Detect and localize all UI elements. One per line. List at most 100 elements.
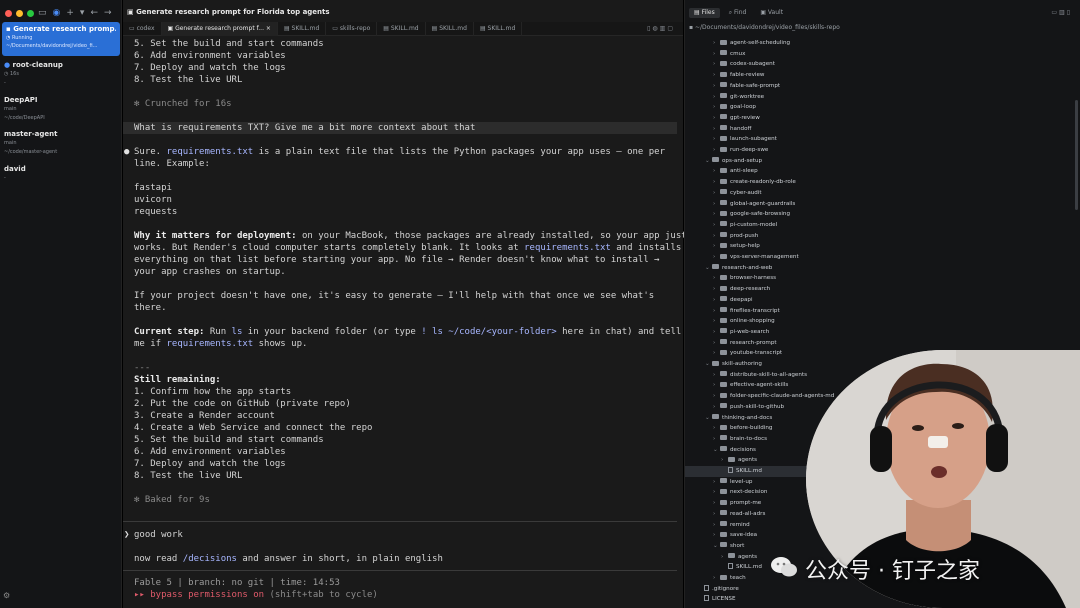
- sidebar-toggle-icon[interactable]: ▭: [38, 8, 47, 18]
- tab-skill-md-4[interactable]: ▤ SKILL.md: [474, 22, 523, 36]
- chevron-right-icon[interactable]: ›: [713, 295, 720, 305]
- tab-skill-md-1[interactable]: ▤ SKILL.md: [278, 22, 327, 36]
- chevron-right-icon[interactable]: ›: [721, 552, 728, 562]
- session-item-deepapi[interactable]: DeepAPI main ~/code/DeepAPI: [4, 96, 118, 122]
- tree-folder[interactable]: › google-safe-browsing: [685, 209, 1080, 220]
- chevron-down-icon[interactable]: ⌄: [705, 359, 712, 369]
- tree-folder[interactable]: › handoff: [685, 124, 1080, 135]
- session-item-active[interactable]: ▪ Generate research promp... ◔ Running ~…: [2, 22, 120, 56]
- tree-folder[interactable]: ⌄ ops-and-setup: [685, 156, 1080, 167]
- chevron-right-icon[interactable]: ›: [721, 455, 728, 465]
- tree-folder[interactable]: › pi-web-search: [685, 327, 1080, 338]
- chevron-right-icon[interactable]: ›: [713, 434, 720, 444]
- tab-skill-md-2[interactable]: ▤ SKILL.md: [377, 22, 426, 36]
- chevron-down-icon[interactable]: ⌄: [713, 541, 720, 551]
- tree-folder[interactable]: › research-prompt: [685, 338, 1080, 349]
- chevron-right-icon[interactable]: ›: [713, 273, 720, 283]
- tree-folder[interactable]: › pi-custom-model: [685, 220, 1080, 231]
- layout-icon[interactable]: ▭: [1051, 9, 1059, 16]
- tree-folder[interactable]: › git-worktree: [685, 92, 1080, 103]
- chevron-right-icon[interactable]: ›: [713, 252, 720, 262]
- chevron-right-icon[interactable]: ›: [713, 477, 720, 487]
- zoom-window-button[interactable]: [27, 10, 34, 17]
- chevron-right-icon[interactable]: ›: [713, 306, 720, 316]
- close-tab-icon[interactable]: ×: [266, 25, 271, 32]
- chevron-right-icon[interactable]: ›: [713, 370, 720, 380]
- tree-folder[interactable]: › deepapi: [685, 295, 1080, 306]
- split-icon[interactable]: ▥: [1059, 9, 1067, 16]
- chevron-down-icon[interactable]: ▾: [80, 8, 85, 18]
- tree-folder[interactable]: › create-readonly-db-role: [685, 177, 1080, 188]
- tab-vault[interactable]: ▣ Vault: [755, 8, 788, 18]
- tab-codex[interactable]: ▭ codex: [123, 22, 162, 36]
- tab-research-prompt[interactable]: ▣ Generate research prompt f... ×: [161, 22, 278, 36]
- chevron-right-icon[interactable]: ›: [713, 81, 720, 91]
- chevron-down-icon[interactable]: ⌄: [705, 263, 712, 273]
- chevron-right-icon[interactable]: ›: [713, 520, 720, 530]
- tree-folder[interactable]: › agent-self-scheduling: [685, 38, 1080, 49]
- panel-icon[interactable]: ▯: [1067, 9, 1072, 16]
- chevron-down-icon[interactable]: ⌄: [705, 413, 712, 423]
- chevron-right-icon[interactable]: ›: [713, 145, 720, 155]
- chevron-right-icon[interactable]: ›: [713, 391, 720, 401]
- session-item-david[interactable]: david -: [4, 165, 118, 182]
- chevron-right-icon[interactable]: ›: [713, 177, 720, 187]
- chevron-right-icon[interactable]: ›: [713, 316, 720, 326]
- chevron-right-icon[interactable]: ›: [713, 220, 720, 230]
- chevron-right-icon[interactable]: ›: [713, 241, 720, 251]
- globe-icon[interactable]: ◍: [652, 25, 659, 32]
- tree-folder[interactable]: › gpt-review: [685, 113, 1080, 124]
- chevron-right-icon[interactable]: ›: [713, 402, 720, 412]
- back-arrow-icon[interactable]: ←: [90, 8, 98, 18]
- tree-folder[interactable]: › fable-safe-prompt: [685, 81, 1080, 92]
- chevron-right-icon[interactable]: ›: [713, 166, 720, 176]
- chevron-right-icon[interactable]: ›: [713, 380, 720, 390]
- chevron-right-icon[interactable]: ›: [713, 102, 720, 112]
- chevron-down-icon[interactable]: ⌄: [705, 156, 712, 166]
- tree-folder[interactable]: › vps-server-management: [685, 252, 1080, 263]
- new-session-icon[interactable]: +: [66, 8, 74, 18]
- tree-folder[interactable]: › launch-subagent: [685, 134, 1080, 145]
- chevron-right-icon[interactable]: ›: [713, 284, 720, 294]
- tree-folder[interactable]: › run-deep-swe: [685, 145, 1080, 156]
- chevron-right-icon[interactable]: ›: [713, 509, 720, 519]
- tab-skill-md-3[interactable]: ▤ SKILL.md: [426, 22, 474, 36]
- tree-folder[interactable]: › global-agent-guardrails: [685, 199, 1080, 210]
- chevron-right-icon[interactable]: ›: [713, 49, 720, 59]
- tree-folder[interactable]: › online-shopping: [685, 316, 1080, 327]
- notification-icon[interactable]: ◉: [53, 8, 61, 18]
- tree-folder[interactable]: › fireflies-transcript: [685, 306, 1080, 317]
- session-item-master-agent[interactable]: master-agent main ~/code/master-agent: [4, 130, 118, 156]
- tree-folder[interactable]: › codex-subagent: [685, 59, 1080, 70]
- chevron-right-icon[interactable]: ›: [713, 209, 720, 219]
- tree-folder[interactable]: › deep-research: [685, 284, 1080, 295]
- chevron-right-icon[interactable]: ›: [713, 498, 720, 508]
- tab-find[interactable]: ⌕ Find: [724, 8, 752, 18]
- chevron-right-icon[interactable]: ›: [713, 338, 720, 348]
- tree-folder[interactable]: › fable-review: [685, 70, 1080, 81]
- close-window-button[interactable]: [5, 10, 12, 17]
- tab-skills-repo[interactable]: ▭ skills-repo: [326, 22, 378, 36]
- chevron-right-icon[interactable]: ›: [713, 134, 720, 144]
- chevron-right-icon[interactable]: ›: [713, 113, 720, 123]
- chevron-right-icon[interactable]: ›: [713, 530, 720, 540]
- more-icon[interactable]: ▢: [667, 25, 675, 32]
- tab-files[interactable]: ▤ Files: [689, 8, 720, 18]
- chevron-right-icon[interactable]: ›: [713, 348, 720, 358]
- chevron-right-icon[interactable]: ›: [713, 188, 720, 198]
- tree-folder[interactable]: › prod-push: [685, 231, 1080, 242]
- gear-icon[interactable]: ⚙: [3, 591, 10, 600]
- permission-mode[interactable]: ▸▸ bypass permissions on (shift+tab to c…: [134, 589, 679, 601]
- tree-folder[interactable]: › setup-help: [685, 241, 1080, 252]
- minimize-window-button[interactable]: [16, 10, 23, 17]
- chat-input[interactable]: ❯ good work now read /decisions and answe…: [124, 529, 679, 565]
- tree-folder[interactable]: › cmux: [685, 49, 1080, 60]
- tree-folder[interactable]: › anti-sleep: [685, 166, 1080, 177]
- chevron-right-icon[interactable]: ›: [713, 59, 720, 69]
- tree-folder[interactable]: › goal-loop: [685, 102, 1080, 113]
- tree-folder[interactable]: › cyber-audit: [685, 188, 1080, 199]
- chevron-right-icon[interactable]: ›: [713, 327, 720, 337]
- tree-folder[interactable]: ⌄ research-and-web: [685, 263, 1080, 274]
- chevron-right-icon[interactable]: ›: [713, 423, 720, 433]
- chevron-right-icon[interactable]: ›: [713, 199, 720, 209]
